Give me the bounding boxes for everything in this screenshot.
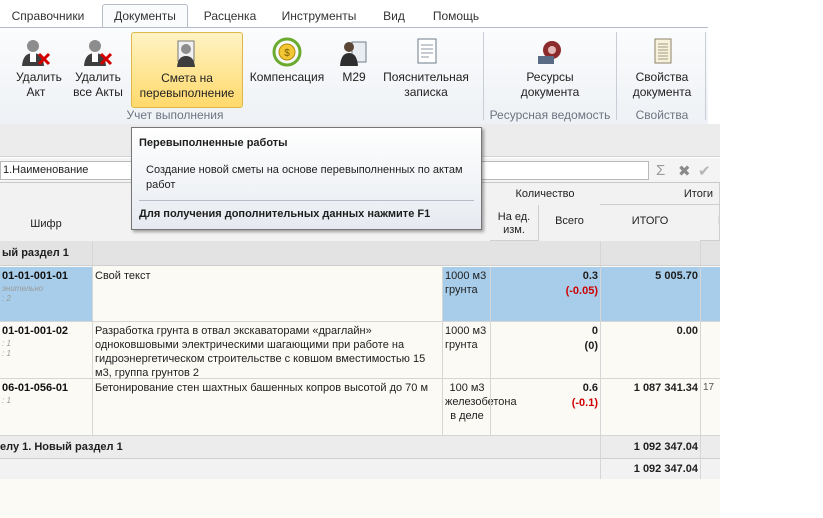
row-code-note: : 2 bbox=[2, 294, 11, 303]
section-total-value: 1 092 347.04 bbox=[633, 441, 698, 453]
ribbon-group-properties-label: Свойства bbox=[635, 108, 689, 122]
row-itogo: 1 087 341.34 bbox=[633, 382, 698, 394]
ribbon-separator bbox=[705, 32, 706, 120]
row-unit: 1000 м3 грунта bbox=[445, 270, 487, 296]
row-name: Свой текст bbox=[95, 270, 151, 282]
tab-directories[interactable]: Справочники bbox=[2, 6, 94, 27]
ribbon-separator bbox=[616, 32, 617, 120]
estimate-user-icon bbox=[177, 40, 195, 67]
ribbon-separator bbox=[483, 32, 484, 120]
column-divider bbox=[700, 241, 701, 479]
header-per-unit[interactable]: На ед. изм. bbox=[490, 205, 539, 241]
row-name: Бетонирование стен шахтных башенных копр… bbox=[95, 382, 429, 394]
table-row[interactable]: 01-01-001-01 энительно : 2 Свой текст 10… bbox=[0, 267, 720, 322]
document-resources-button[interactable]: Ресурсы документа bbox=[505, 32, 595, 106]
row-qty: 0.6 bbox=[582, 382, 598, 394]
row-code: 01-01-001-01 bbox=[2, 270, 69, 282]
ribbon-group-resources-label: Ресурсная ведомость bbox=[489, 108, 611, 122]
table-row[interactable]: 01-01-001-02 : 1 : 1 Разработка грунта в… bbox=[0, 322, 720, 379]
column-divider bbox=[442, 267, 443, 436]
compensation-button[interactable]: $ Компенсация bbox=[247, 32, 327, 106]
row-unit: 1000 м3 грунта bbox=[445, 325, 487, 351]
tab-documents[interactable]: Документы bbox=[102, 4, 188, 28]
user-delete-icon bbox=[22, 40, 51, 66]
header-spacer bbox=[0, 183, 93, 208]
sum-icon[interactable]: Σ bbox=[656, 162, 665, 179]
row-itogo: 0.00 bbox=[676, 325, 698, 337]
cancel-icon[interactable]: ✖ bbox=[678, 162, 691, 180]
header-totals-group: Итоги bbox=[600, 183, 720, 205]
tab-pricing[interactable]: Расценка bbox=[194, 6, 266, 27]
properties-document-icon bbox=[654, 38, 672, 64]
row-code-note: : 1 bbox=[2, 339, 11, 348]
grand-total-row[interactable]: 1 092 347.04 bbox=[0, 459, 720, 479]
svg-text:$: $ bbox=[284, 48, 290, 59]
accept-icon[interactable]: ✔ bbox=[698, 162, 711, 180]
row-code-note: энительно bbox=[2, 284, 44, 293]
explanatory-note-button[interactable]: Пояснительная записка bbox=[380, 32, 472, 106]
resources-gear-icon bbox=[538, 41, 561, 64]
section-total-label: елу 1. Новый раздел 1 bbox=[0, 441, 123, 453]
row-name: Разработка грунта в отвал экскаваторами … bbox=[95, 325, 426, 379]
note-document-icon bbox=[417, 38, 437, 64]
tooltip-divider bbox=[139, 200, 474, 201]
users-delete-icon bbox=[84, 40, 113, 66]
header-code[interactable]: Шифр bbox=[0, 207, 93, 242]
row-qty-diff: (0) bbox=[584, 340, 598, 352]
row-code: 06-01-056-01 bbox=[2, 382, 69, 394]
column-divider bbox=[600, 241, 601, 479]
table-row[interactable]: 06-01-056-01 : 1 Бетонирование стен шахт… bbox=[0, 379, 720, 436]
compensation-coin-icon: $ bbox=[272, 37, 302, 67]
header-total[interactable]: Всего bbox=[539, 205, 601, 242]
row-itogo: 5 005.70 bbox=[655, 270, 698, 282]
row-code: 01-01-001-02 bbox=[2, 325, 69, 337]
tab-help[interactable]: Помощь bbox=[424, 6, 488, 27]
delete-act-button[interactable]: Удалить Акт bbox=[6, 32, 66, 106]
ribbon-group-acts-label: Учет выполнения bbox=[126, 108, 224, 122]
row-qty: 0.3 bbox=[582, 270, 598, 282]
row-qty-diff: (-0.05) bbox=[565, 285, 598, 297]
tooltip-title: Перевыполненные работы bbox=[139, 137, 288, 149]
column-divider bbox=[92, 241, 93, 436]
section-header[interactable]: ый раздел 1 bbox=[0, 241, 720, 266]
row-unit: 100 м3 железобетона в деле bbox=[445, 382, 517, 422]
row-code-note: : 1 bbox=[2, 349, 11, 358]
header-itogo[interactable]: ИТОГО bbox=[600, 205, 701, 242]
m29-button[interactable]: М29 bbox=[334, 32, 374, 106]
ribbon-tooltip: Перевыполненные работы Создание новой см… bbox=[131, 127, 482, 230]
header-quantity-group: Количество bbox=[490, 183, 601, 206]
document-properties-button[interactable]: Свойства документа bbox=[626, 32, 698, 106]
overrun-estimate-button[interactable]: Смета на перевыполнение bbox=[131, 32, 243, 108]
row-qty: 0 bbox=[591, 325, 598, 337]
tab-tools[interactable]: Инструменты bbox=[274, 6, 364, 27]
menu-tab-bar: Справочники Документы Расценка Инструмен… bbox=[0, 0, 823, 28]
tooltip-hint: Для получения дополнительных данных нажм… bbox=[139, 208, 431, 220]
row-it: 17 bbox=[703, 382, 715, 393]
section-total-row[interactable]: елу 1. Новый раздел 1 1 092 347.04 bbox=[0, 436, 720, 459]
ribbon: Удалить Акт Удалить все Акты Смета на пе… bbox=[0, 27, 708, 125]
delete-all-acts-button[interactable]: Удалить все Акты bbox=[70, 32, 126, 106]
row-code-note: : 1 bbox=[2, 396, 11, 405]
m29-report-icon bbox=[340, 41, 367, 66]
tooltip-description: Создание новой сметы на основе перевыпол… bbox=[146, 164, 463, 191]
estimate-grid: Шифр Количество На ед. изм. Всего Итоги … bbox=[0, 183, 720, 518]
column-divider bbox=[490, 267, 491, 436]
grand-total-value: 1 092 347.04 bbox=[633, 463, 698, 475]
tab-view[interactable]: Вид bbox=[376, 6, 412, 27]
row-qty-diff: (-0.1) bbox=[571, 397, 598, 409]
header-it[interactable]: ИТ bbox=[700, 205, 720, 241]
